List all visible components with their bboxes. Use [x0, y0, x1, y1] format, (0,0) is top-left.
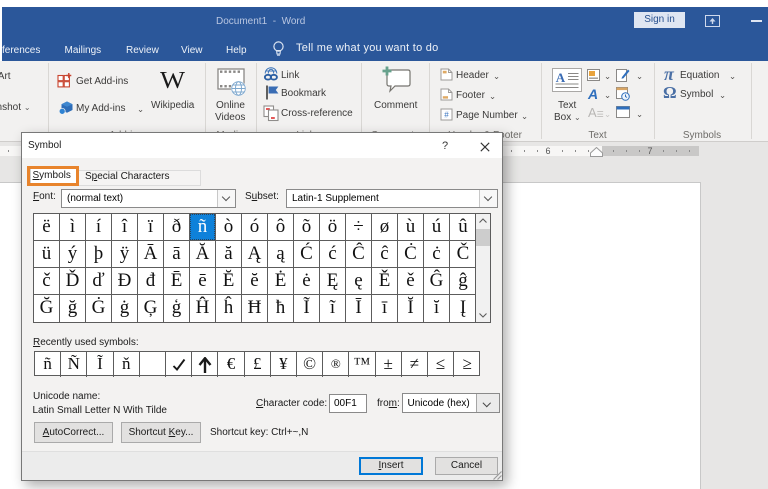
svg-text:#: #	[444, 110, 449, 119]
svg-text:A: A	[556, 70, 566, 85]
svg-text:W: W	[160, 72, 185, 90]
